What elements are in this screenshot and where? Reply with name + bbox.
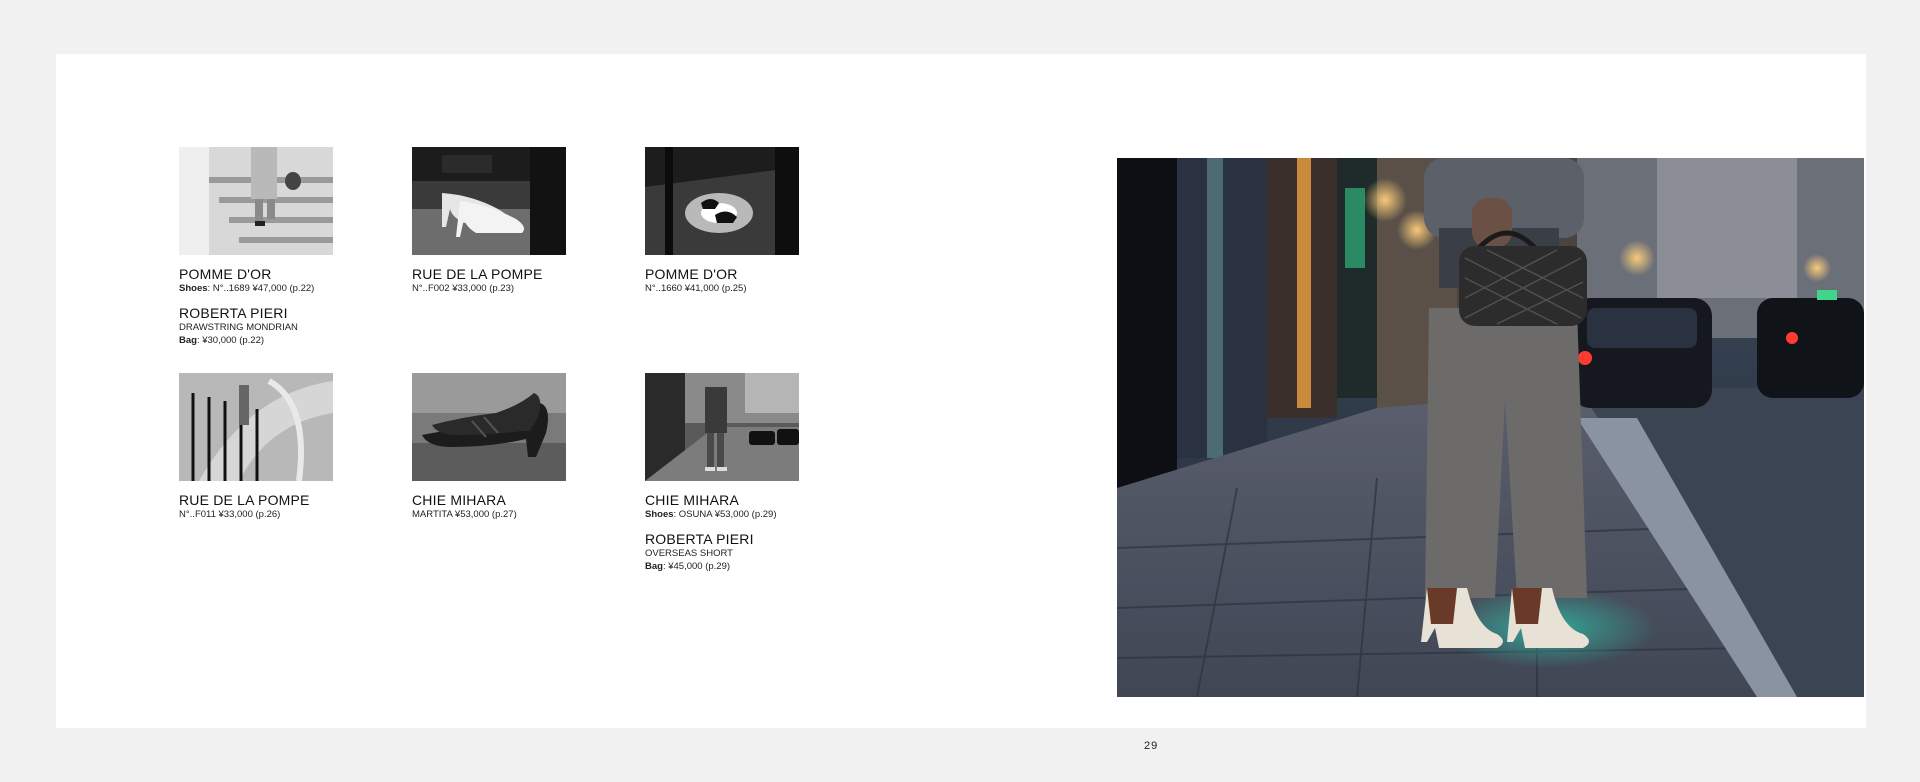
brand-name: POMME D'OR — [179, 266, 272, 282]
brand-name: CHIE MIHARA — [412, 492, 506, 508]
thumbnail-black-mary-janes[interactable] — [412, 373, 566, 481]
thumbnail-shoes-light[interactable] — [645, 147, 799, 255]
brand-name: RUE DE LA POMPE — [412, 266, 543, 282]
catalog-item-4[interactable]: RUE DE LA POMPE N°..F011 ¥33,000 (p.26) — [179, 373, 333, 521]
page-number: 29 — [1144, 740, 1159, 752]
catalog-item-3[interactable]: POMME D'OR N°..1660 ¥41,000 (p.25) — [645, 147, 799, 295]
catalog-item-6[interactable]: CHIE MIHARA Shoes: OSUNA ¥53,000 (p.29) … — [645, 373, 799, 573]
product-detail: N°..1660 ¥41,000 (p.25) — [645, 283, 747, 294]
product-detail: Shoes: N°..1689 ¥47,000 (p.22) — [179, 283, 315, 294]
brand-name: RUE DE LA POMPE — [179, 492, 310, 508]
thumbnail-street-scene[interactable] — [645, 373, 799, 481]
thumbnail-staircase-bag[interactable] — [179, 147, 333, 255]
product-name: OVERSEAS SHORT — [645, 548, 733, 559]
brand-name: POMME D'OR — [645, 266, 738, 282]
brand-name: ROBERTA PIERI — [645, 531, 754, 547]
thumbnail-white-pumps[interactable] — [412, 147, 566, 255]
catalog-item-5[interactable]: CHIE MIHARA MARTITA ¥53,000 (p.27) — [412, 373, 566, 521]
product-detail: Shoes: OSUNA ¥53,000 (p.29) — [645, 509, 777, 520]
product-detail: N°..F011 ¥33,000 (p.26) — [179, 509, 281, 520]
product-detail: Bag: ¥30,000 (p.22) — [179, 335, 265, 346]
product-detail: MARTITA ¥53,000 (p.27) — [412, 509, 517, 520]
catalog-item-1[interactable]: POMME D'OR Shoes: N°..1689 ¥47,000 (p.22… — [179, 147, 333, 347]
brand-name: ROBERTA PIERI — [179, 305, 288, 321]
product-name: DRAWSTRING MONDRIAN — [179, 322, 298, 333]
thumbnail-spiral-staircase[interactable] — [179, 373, 333, 481]
product-detail: N°..F002 ¥33,000 (p.23) — [412, 283, 515, 294]
product-detail: Bag: ¥45,000 (p.29) — [645, 561, 731, 572]
brand-name: CHIE MIHARA — [645, 492, 739, 508]
catalog-spread: POMME D'OR Shoes: N°..1689 ¥47,000 (p.22… — [56, 54, 1866, 752]
catalog-item-2[interactable]: RUE DE LA POMPE N°..F002 ¥33,000 (p.23) — [412, 147, 566, 295]
hero-photo-street[interactable] — [1117, 158, 1864, 697]
